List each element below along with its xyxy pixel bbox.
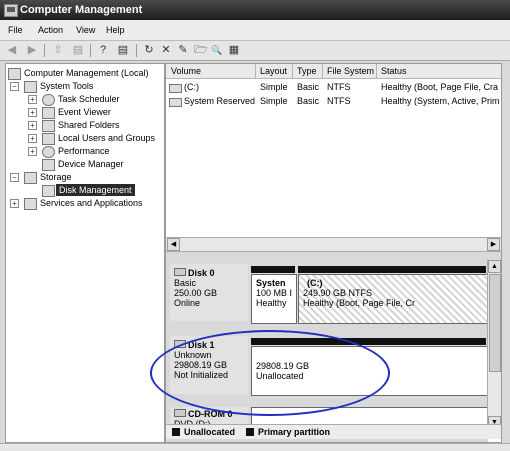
refresh-icon[interactable]: ↻: [143, 44, 155, 57]
search-icon[interactable]: 🔍: [211, 44, 223, 57]
partition-type-bar: [251, 266, 295, 273]
volume-list-header: Volume Layout Type File System Status: [166, 64, 501, 79]
expand-icon[interactable]: +: [28, 121, 37, 130]
menu-view[interactable]: View: [76, 25, 95, 35]
volume-row[interactable]: (C:) Simple Basic NTFS Healthy (Boot, Pa…: [166, 80, 501, 94]
disk-management-icon: [42, 185, 55, 197]
column-divider[interactable]: [376, 64, 377, 78]
services-icon: [24, 198, 37, 210]
column-layout[interactable]: Layout: [260, 66, 287, 76]
toolbar-separator: [44, 44, 45, 57]
shared-folder-icon: [42, 120, 55, 132]
volume-drive-icon: [169, 84, 182, 93]
menu-bar: File Action View Help: [0, 20, 510, 41]
users-icon: [42, 133, 55, 145]
partition-system-reserved[interactable]: Systen 100 MB I Healthy: [251, 274, 297, 324]
toolbar-separator: [136, 44, 137, 57]
properties-icon[interactable]: ▤: [117, 44, 129, 57]
toolbar: ◀ ▶ ⇧ ▤ ? ▤ ↻ ✕ ✎ 🗁 🔍 ▦: [0, 41, 510, 61]
column-file-system[interactable]: File System: [327, 66, 374, 76]
help-icon[interactable]: ?: [97, 44, 109, 57]
up-level-icon[interactable]: ⇧: [52, 44, 64, 57]
scroll-right-icon[interactable]: ▶: [487, 238, 500, 251]
menu-action[interactable]: Action: [38, 25, 63, 35]
delete-icon[interactable]: ✕: [160, 44, 172, 57]
expand-icon[interactable]: +: [28, 95, 37, 104]
partition-type-bar: [298, 266, 486, 273]
tools-icon: [24, 81, 37, 93]
storage-icon: [24, 172, 37, 184]
expand-icon[interactable]: +: [10, 199, 19, 208]
computer-management-window: Computer Management File Action View Hel…: [0, 0, 510, 451]
column-divider[interactable]: [292, 64, 293, 78]
scroll-left-icon[interactable]: ◀: [167, 238, 180, 251]
collapse-icon[interactable]: −: [10, 173, 19, 182]
window-title: Computer Management: [20, 4, 143, 16]
column-volume[interactable]: Volume: [171, 66, 201, 76]
back-arrow-icon[interactable]: ◀: [6, 44, 18, 57]
column-divider[interactable]: [255, 64, 256, 78]
legend-unallocated: Unallocated: [184, 427, 236, 437]
clock-icon: [42, 94, 55, 106]
performance-icon: [42, 146, 55, 158]
primary-partition-swatch: [246, 428, 254, 436]
legend-bar: Unallocated Primary partition: [166, 424, 501, 439]
device-manager-icon: [42, 159, 55, 171]
status-bar: [0, 443, 510, 451]
menu-help[interactable]: Help: [106, 25, 125, 35]
column-divider[interactable]: [322, 64, 323, 78]
scroll-thumb[interactable]: [489, 274, 501, 372]
expand-icon[interactable]: +: [28, 134, 37, 143]
volume-row[interactable]: System Reserved Simple Basic NTFS Health…: [166, 94, 501, 108]
computer-icon: [8, 68, 21, 80]
toolbar-separator: [90, 44, 91, 57]
volume-list-horizontal-scrollbar[interactable]: ◀ ▶: [166, 237, 501, 252]
menu-file[interactable]: File: [8, 25, 23, 35]
expand-icon[interactable]: +: [28, 147, 37, 156]
unallocated-swatch: [172, 428, 180, 436]
disk-0-label[interactable]: Disk 0 Basic 250.00 GB Online: [170, 264, 248, 321]
options-icon[interactable]: ▦: [228, 44, 240, 57]
collapse-icon[interactable]: −: [10, 82, 19, 91]
title-bar[interactable]: Computer Management: [0, 0, 510, 20]
show-hide-tree-icon[interactable]: ▤: [72, 44, 84, 57]
scroll-up-icon[interactable]: ▲: [488, 260, 501, 273]
expand-icon[interactable]: +: [28, 108, 37, 117]
event-viewer-icon: [42, 107, 55, 119]
open-folder-icon[interactable]: 🗁: [194, 44, 208, 57]
volume-drive-icon: [169, 98, 182, 107]
disk-view-vertical-scrollbar[interactable]: ▲ ▼: [487, 260, 501, 430]
navigation-tree: Computer Management (Local) − System Too…: [5, 63, 165, 443]
partition-c-drive[interactable]: (C:) 249.90 GB NTFS Healthy (Boot, Page …: [298, 274, 488, 324]
legend-primary-partition: Primary partition: [258, 427, 331, 437]
column-type[interactable]: Type: [297, 66, 317, 76]
disk-icon: [174, 268, 186, 276]
cdrom-icon: [174, 409, 186, 417]
new-icon[interactable]: ✎: [177, 44, 189, 57]
computer-management-icon: [4, 4, 18, 17]
column-status[interactable]: Status: [381, 66, 407, 76]
forward-arrow-icon[interactable]: ▶: [26, 44, 38, 57]
annotation-circle: [150, 330, 390, 416]
